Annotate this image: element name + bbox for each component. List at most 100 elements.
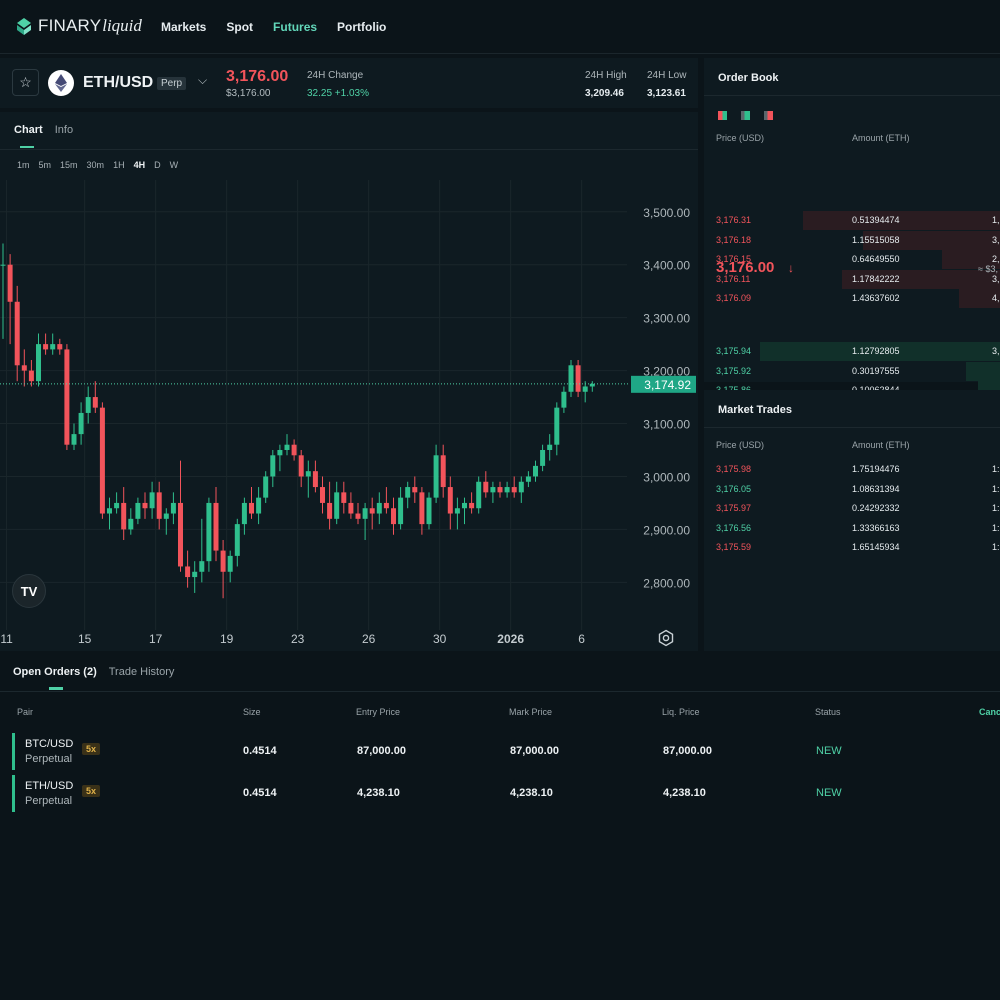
- y-tick-label: 3,300.00: [643, 312, 690, 326]
- interval-15m[interactable]: 15m: [60, 160, 78, 170]
- order-type: Perpetual: [25, 753, 73, 765]
- candlestick-chart[interactable]: 3,500.003,400.003,300.003,200.003,100.00…: [0, 180, 698, 651]
- candle-body: [561, 391, 567, 408]
- nav-futures[interactable]: Futures: [273, 20, 317, 34]
- ethereum-icon: [48, 70, 74, 96]
- main-nav: Markets Spot Futures Portfolio: [161, 20, 406, 34]
- interval-w[interactable]: W: [170, 160, 179, 170]
- tab-trade-history[interactable]: Trade History: [109, 666, 175, 678]
- last-price: 3,176.00: [226, 68, 289, 85]
- interval-4h[interactable]: 4H: [134, 160, 146, 170]
- brand-logo[interactable]: FINARY liquid: [14, 16, 142, 36]
- chevron-down-icon[interactable]: ⌵: [198, 73, 207, 88]
- interval-5m[interactable]: 5m: [39, 160, 52, 170]
- ask-total: 3,: [992, 234, 1000, 245]
- ask-price: 3,176.09: [716, 293, 752, 303]
- trade-price: 3,175.59: [716, 542, 752, 552]
- candle-body: [554, 407, 560, 445]
- orderbook-asks-icon[interactable]: [764, 111, 773, 120]
- interval-1h[interactable]: 1H: [113, 160, 125, 170]
- trade-amount: 1.08631394: [852, 483, 900, 494]
- candle-body: [298, 455, 304, 477]
- tab-chart[interactable]: Chart: [14, 124, 43, 136]
- col-size: Size: [243, 707, 261, 717]
- brand-name: FINARY: [38, 16, 102, 35]
- nav-portfolio[interactable]: Portfolio: [337, 20, 386, 34]
- ask-total: 1,: [992, 215, 1000, 225]
- current-price-label: 3,174.92: [644, 378, 691, 392]
- ask-row[interactable]: 3,176.18 1.15515058 3,: [704, 230, 1000, 250]
- candle-body: [362, 508, 368, 519]
- trade-price: 3,176.05: [716, 483, 752, 494]
- star-icon: ☆: [19, 74, 32, 90]
- trade-row: 3,175.59 1.65145934 1:: [704, 538, 1000, 556]
- mt-col-price: Price (USD): [716, 440, 765, 450]
- candle-body: [28, 370, 34, 382]
- candle-body: [547, 444, 553, 450]
- candle-body: [320, 487, 325, 503]
- order-liq: 87,000.00: [663, 745, 712, 757]
- order-mark: 4,238.10: [510, 787, 553, 799]
- col-entry-price: Entry Price: [356, 707, 401, 717]
- candle-body: [57, 344, 63, 350]
- active-tab-indicator: [49, 687, 63, 690]
- leverage-badge: 5x: [82, 743, 101, 755]
- candle-body: [263, 476, 269, 498]
- ask-row[interactable]: 3,176.09 1.43637602 4,: [704, 289, 1000, 308]
- bid-row[interactable]: 3,175.94 1.12792805 3,: [704, 342, 1000, 361]
- tradingview-logo-icon[interactable]: TV: [12, 574, 46, 608]
- tab-open-orders[interactable]: Open Orders (2): [13, 666, 97, 678]
- cancel-all-button[interactable]: Canc: [979, 707, 1000, 717]
- order-row[interactable]: BTC/USD Perpetual 5x 0.4514 87,000.00 87,000.…: [0, 733, 1000, 770]
- ask-row[interactable]: 3,176.31 0.51394474 1,: [704, 211, 1000, 230]
- tab-info[interactable]: Info: [55, 124, 73, 136]
- trade-price: 3,176.56: [716, 522, 752, 533]
- interval-1m[interactable]: 1m: [17, 160, 30, 170]
- divider: [704, 95, 1000, 96]
- market-trades-panel: Market Trades Price (USD) Amount (ETH) 3…: [704, 390, 1000, 651]
- order-mark: 87,000.00: [510, 745, 559, 757]
- candle-body: [433, 455, 439, 498]
- trade-row: 3,175.97 0.24292332 1:: [704, 499, 1000, 517]
- y-tick-label: 2,800.00: [643, 576, 690, 590]
- ask-price: 3,176.31: [716, 215, 752, 225]
- candle-body: [284, 444, 290, 450]
- nav-markets[interactable]: Markets: [161, 20, 206, 34]
- interval-30m[interactable]: 30m: [87, 160, 105, 170]
- candle-body: [533, 465, 538, 477]
- bid-amount: 1.12792805: [852, 346, 900, 356]
- order-book-panel: Order Book Price (USD) Amount (ETH) 3,17…: [704, 58, 1000, 439]
- candle-body: [540, 450, 546, 466]
- candle-body: [92, 397, 98, 408]
- perp-badge: Perp: [157, 77, 187, 90]
- trade-row: 3,176.05 1.08631394 1:: [704, 480, 1000, 498]
- order-status: NEW: [816, 745, 842, 757]
- candle-body: [163, 513, 169, 519]
- depth-bar: [803, 211, 1000, 230]
- favorite-button[interactable]: ☆: [12, 69, 39, 96]
- trade-amount: 1.65145934: [852, 542, 900, 552]
- mid-price: 3,176.00: [716, 259, 775, 276]
- col-mark-price: Mark Price: [509, 707, 553, 717]
- x-tick-label: 26: [362, 632, 376, 646]
- bid-row[interactable]: 3,175.92 0.30197555: [704, 361, 1000, 381]
- order-book-title: Order Book: [718, 72, 779, 84]
- trade-time: 1:: [992, 464, 1000, 474]
- orderbook-bids-icon[interactable]: [741, 111, 750, 120]
- side-indicator: [12, 733, 15, 770]
- candle-body: [305, 471, 311, 477]
- orderbook-both-icon[interactable]: [718, 111, 727, 120]
- y-tick-label: 3,400.00: [643, 259, 690, 273]
- candle-body: [568, 365, 574, 392]
- bid-total: 3,: [992, 346, 1000, 356]
- order-row[interactable]: ETH/USD Perpetual 5x 0.4514 4,238.10 4,238.10…: [0, 775, 1000, 812]
- chart-tabs: Chart Info: [14, 124, 85, 136]
- nav-spot[interactable]: Spot: [226, 20, 253, 34]
- settings-icon[interactable]: [657, 629, 675, 647]
- market-trades-title: Market Trades: [718, 404, 792, 416]
- trade-time: 1:: [992, 522, 1000, 533]
- candle-body: [490, 487, 496, 493]
- interval-d[interactable]: D: [154, 160, 161, 170]
- pair-selector[interactable]: ETH/USD: [83, 74, 153, 92]
- low-value: 3,123.61: [647, 88, 686, 99]
